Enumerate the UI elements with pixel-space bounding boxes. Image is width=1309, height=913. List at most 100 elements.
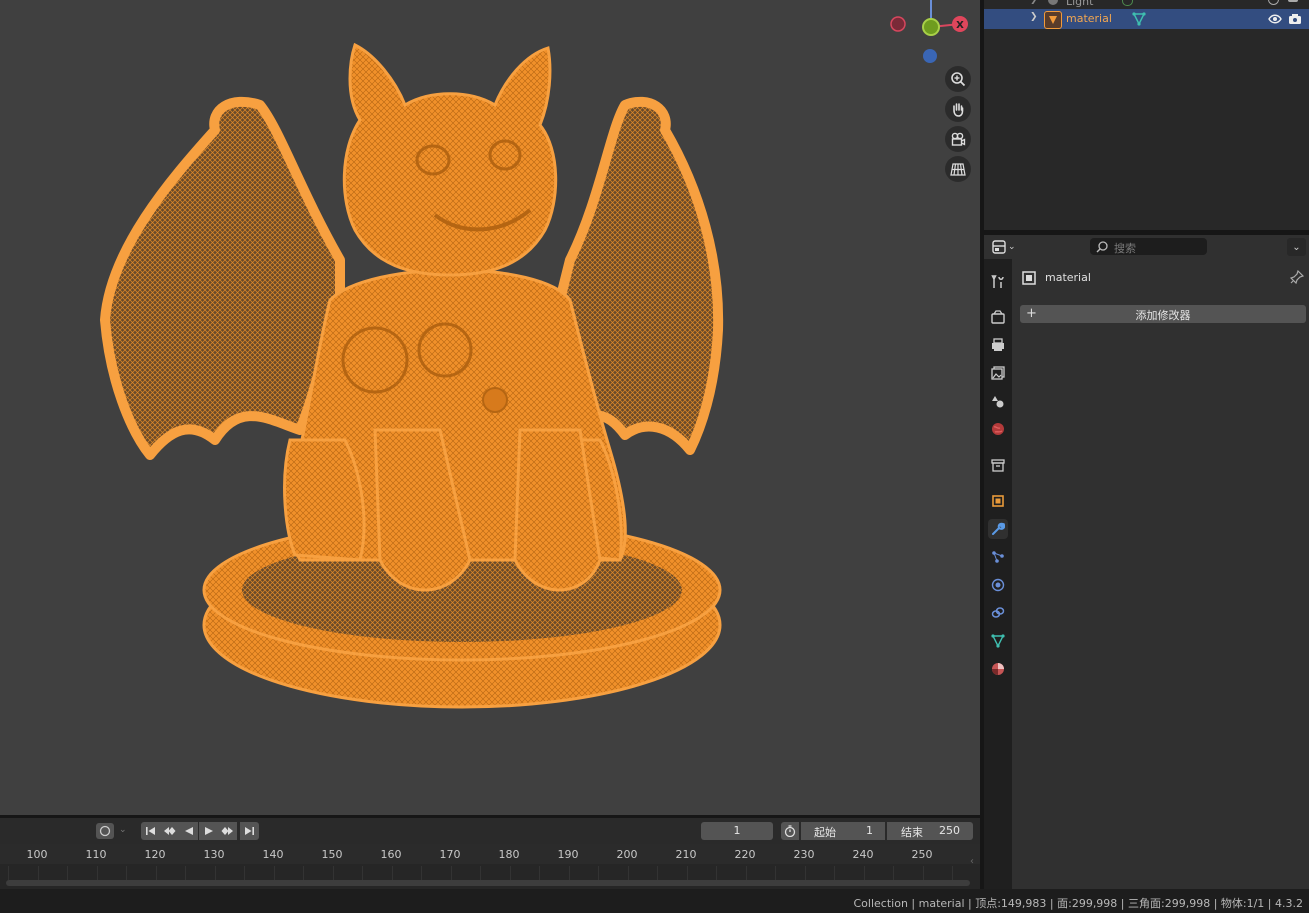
frame-grid-line	[628, 866, 629, 880]
timeline-scrollbar[interactable]	[6, 880, 970, 886]
play-button[interactable]	[199, 822, 218, 840]
prev-keyframe-icon	[164, 827, 176, 835]
frame-tick-label: 150	[321, 848, 343, 861]
frame-tick-label: 200	[616, 848, 638, 861]
play-icon	[204, 827, 213, 835]
frame-grid-line	[392, 866, 393, 880]
frame-tick-label: 220	[734, 848, 756, 861]
mesh-data-tab-icon[interactable]	[988, 631, 1008, 651]
material-tab-icon[interactable]	[988, 659, 1008, 679]
prev-keyframe-button[interactable]	[160, 822, 179, 840]
visibility-eye-icon[interactable]	[1268, 0, 1279, 5]
frame-grid-line	[333, 866, 334, 880]
expand-arrow-icon[interactable]: ❯	[1030, 12, 1038, 22]
frame-tick-label: 140	[262, 848, 284, 861]
viewport-3d[interactable]: X	[0, 0, 980, 815]
start-frame-field[interactable]: 起始 1	[801, 822, 885, 840]
end-frame-value: 250	[939, 824, 960, 837]
start-frame-label: 起始	[814, 826, 836, 839]
pin-icon[interactable]	[1289, 269, 1305, 287]
viewport-model[interactable]	[0, 0, 980, 815]
editor-type-dropdown[interactable]: ⌄	[992, 238, 1022, 256]
frame-grid-line	[805, 866, 806, 880]
frame-grid-line	[421, 866, 422, 880]
status-stats: Collection | material | 顶点:149,983 | 面:2…	[853, 897, 1304, 910]
frame-tick-label: 180	[498, 848, 520, 861]
next-keyframe-button[interactable]	[218, 822, 237, 840]
pan-hand-icon[interactable]	[945, 96, 971, 122]
outliner-row-material[interactable]: ❯ material	[984, 9, 1309, 29]
gizmo-z-icon[interactable]	[923, 49, 937, 63]
perspective-grid-icon[interactable]	[945, 156, 971, 182]
frame-grid-line	[156, 866, 157, 880]
visibility-eye-icon[interactable]	[1268, 13, 1282, 28]
mesh-object-icon	[1044, 11, 1062, 29]
object-icon	[1022, 271, 1036, 285]
frame-grid-line	[362, 866, 363, 880]
frame-grid-line	[952, 866, 953, 880]
frame-grid-line	[657, 866, 658, 880]
collapse-arrow-icon[interactable]: ‹	[970, 856, 974, 867]
scene-tab-icon[interactable]	[988, 391, 1008, 411]
add-modifier-label: 添加修改器	[1135, 309, 1191, 322]
object-name-label: material	[1045, 271, 1091, 284]
frame-tick-label: 100	[26, 848, 48, 861]
jump-to-start-button[interactable]	[141, 822, 160, 840]
frame-tick-label: 160	[380, 848, 402, 861]
frame-tick-label: 240	[852, 848, 874, 861]
frame-grid-line	[480, 866, 481, 880]
search-icon	[1096, 241, 1108, 253]
chevron-down-icon[interactable]: ⌄	[119, 825, 127, 835]
outliner-item-label: Light	[1066, 0, 1094, 8]
keyframe-record-button[interactable]	[96, 823, 114, 839]
render-camera-icon[interactable]	[1288, 0, 1298, 2]
world-tab-icon[interactable]	[988, 419, 1008, 439]
outliner-panel: ❯ Light ❯ material	[984, 0, 1309, 230]
timeline-header: ⌄ 1 起始 1 结束 250	[0, 818, 980, 844]
expand-arrow-icon[interactable]: ❯	[1030, 0, 1038, 5]
object-tab-icon[interactable]	[988, 491, 1008, 511]
constraints-tab-icon[interactable]	[988, 603, 1008, 623]
properties-search-input[interactable]: 搜索	[1090, 238, 1207, 255]
view-layer-tab-icon[interactable]	[988, 363, 1008, 383]
frame-grid-line	[510, 866, 511, 880]
particles-tab-icon[interactable]	[988, 547, 1008, 567]
use-preview-range-button[interactable]	[781, 822, 799, 840]
render-tab-icon[interactable]	[988, 307, 1008, 327]
play-reverse-button[interactable]	[179, 822, 198, 840]
modifiers-tab-icon[interactable]	[988, 519, 1008, 539]
frame-grid-line	[716, 866, 717, 880]
options-dropdown[interactable]: ⌄	[1287, 238, 1306, 256]
end-frame-field[interactable]: 结束 250	[887, 822, 973, 840]
output-tab-icon[interactable]	[988, 335, 1008, 355]
frame-grid-line	[598, 866, 599, 880]
frame-grid-line	[244, 866, 245, 880]
frame-grid-line	[38, 866, 39, 880]
end-frame-label: 结束	[901, 826, 923, 839]
tool-tab-icon[interactable]	[988, 272, 1008, 292]
current-frame-field[interactable]: 1	[701, 822, 773, 840]
frame-tick-label: 130	[203, 848, 225, 861]
timeline-ruler[interactable]: 100 110 120 130 140 150 160 170 180 190 200 210 220 2…	[0, 844, 980, 889]
record-circle-icon	[99, 825, 111, 837]
current-frame-value: 1	[733, 824, 741, 837]
navigation-gizmo[interactable]: X	[880, 0, 980, 70]
physics-tab-icon[interactable]	[988, 575, 1008, 595]
collection-tab-icon[interactable]	[988, 455, 1008, 475]
camera-view-icon[interactable]	[945, 126, 971, 152]
frame-grid-line	[539, 866, 540, 880]
frame-tick-label: 250	[911, 848, 933, 861]
chevron-down-icon: ⌄	[1008, 242, 1016, 252]
zoom-icon[interactable]	[945, 66, 971, 92]
frame-grid-line	[185, 866, 186, 880]
jump-to-end-button[interactable]	[240, 822, 259, 840]
gizmo-y-icon[interactable]	[922, 18, 940, 36]
render-camera-icon[interactable]	[1288, 13, 1302, 28]
mesh-data-icon[interactable]	[1132, 12, 1146, 29]
jump-end-icon	[245, 827, 254, 835]
frame-tick-label: 120	[144, 848, 166, 861]
frame-grid-line	[8, 866, 9, 880]
gizmo-neg-x-icon[interactable]	[890, 16, 906, 32]
start-frame-value: 1	[866, 824, 873, 837]
add-modifier-button[interactable]: + 添加修改器	[1020, 305, 1306, 323]
